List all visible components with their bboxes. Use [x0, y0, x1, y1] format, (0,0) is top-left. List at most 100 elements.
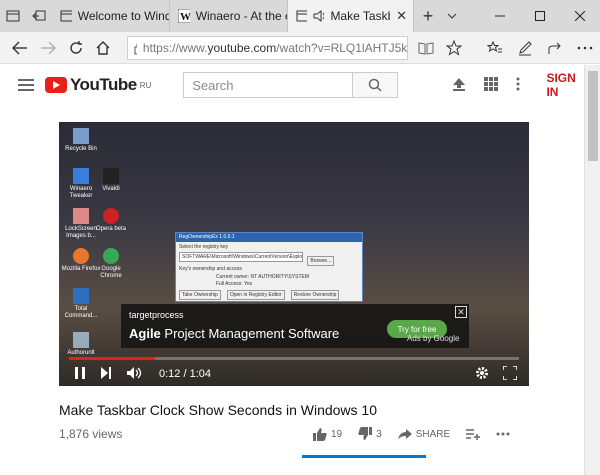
desktop-icon: Google Chrome	[91, 248, 131, 279]
tab-title: Welcome to Window	[77, 9, 169, 23]
window-title: RegOwnershipEx 1.0.0.1	[176, 233, 362, 242]
playlist-add-icon	[466, 429, 481, 440]
like-button[interactable]: 19	[313, 427, 342, 441]
desktop-icon: Recycle Bin	[61, 128, 101, 153]
volume-button[interactable]	[127, 366, 143, 382]
tab-title: Make Taskbar	[330, 9, 390, 23]
tab-list-icon	[6, 10, 20, 22]
ad-attribution: Ads by Google	[407, 334, 460, 343]
tab-title: Winaero - At the edg	[195, 9, 287, 23]
sign-in-button[interactable]: SIGN IN	[546, 71, 584, 99]
tab-make-taskbar[interactable]: Make Taskbar ✕	[288, 0, 414, 32]
reg-ownership-window: RegOwnershipEx 1.0.0.1 Select the regist…	[175, 232, 363, 302]
like-count: 19	[331, 428, 343, 440]
dislike-count: 3	[376, 428, 382, 440]
favorite-button[interactable]	[440, 32, 468, 64]
more-vertical-icon	[516, 77, 520, 90]
search-box	[183, 72, 353, 98]
close-icon	[575, 11, 585, 21]
close-ad-icon[interactable]: ✕	[455, 306, 467, 318]
open-regedit-button: Open in Registry Editor	[226, 290, 285, 300]
book-icon	[418, 41, 434, 55]
more-actions-button[interactable]	[496, 432, 510, 436]
share-page-button[interactable]	[540, 32, 570, 64]
search-icon	[368, 78, 382, 92]
chevron-down-icon	[447, 13, 457, 19]
youtube-play-icon	[44, 77, 67, 93]
logo-region: RU	[139, 81, 152, 90]
pause-button[interactable]	[75, 366, 85, 382]
close-tab-icon[interactable]: ✕	[396, 8, 407, 24]
recycle-bin-icon	[73, 128, 89, 144]
ad-title: Agile Project Management Software	[129, 326, 340, 341]
set-aside-tabs-button[interactable]	[0, 0, 26, 32]
desktop-icon: Total Command...	[61, 288, 101, 319]
web-note-button[interactable]	[510, 32, 540, 64]
take-ownership-button: Take Ownership	[179, 290, 221, 300]
owner-section: Key's ownership and access	[179, 266, 242, 272]
maximize-button[interactable]	[520, 0, 560, 32]
back-button[interactable]	[6, 32, 34, 64]
active-indicator	[302, 455, 426, 458]
tab-actions	[0, 0, 52, 32]
scrollbar-thumb[interactable]	[588, 71, 598, 161]
video-ad-overlay[interactable]: targetprocess Agile Project Management S…	[121, 304, 469, 348]
reading-view-button[interactable]	[412, 32, 440, 64]
desktop-icon: Opera beta	[91, 208, 131, 233]
home-button[interactable]	[90, 32, 118, 64]
video-progress-bar[interactable]	[69, 357, 519, 360]
more-horizontal-icon	[577, 46, 593, 49]
lockscreen-icon	[73, 208, 89, 224]
apps-button[interactable]	[484, 76, 499, 94]
tab-winaero[interactable]: W Winaero - At the edg	[170, 0, 288, 32]
settings-button[interactable]	[516, 77, 520, 94]
web-page: YouTube RU SIGN IN Recycle Bin Winaero T…	[8, 65, 584, 475]
new-tab-button[interactable]: +	[414, 0, 442, 32]
tab-preview-toggle[interactable]	[442, 0, 462, 32]
total-commander-icon	[73, 288, 89, 304]
search-input[interactable]	[192, 77, 352, 93]
tab-welcome[interactable]: Welcome to Window	[52, 0, 170, 32]
player-controls: 0:12 / 1:04	[59, 362, 529, 386]
tabs-aside-button[interactable]	[26, 0, 52, 32]
home-icon	[96, 40, 110, 55]
page-scrollbar[interactable]	[584, 65, 600, 475]
url-text: https://www.youtube.com/watch?v=RLQ1lAHT…	[142, 40, 408, 55]
share-button[interactable]: SHARE	[397, 428, 451, 440]
minimize-button[interactable]	[480, 0, 520, 32]
share-label: SHARE	[415, 428, 451, 440]
fullscreen-button[interactable]	[502, 364, 518, 383]
autorun-icon	[73, 332, 89, 348]
thumbs-down-icon	[358, 427, 373, 440]
dislike-button[interactable]: 3	[358, 427, 382, 441]
reg-key-field: SOFTWARE\Microsoft\Windows\CurrentVersio…	[179, 252, 303, 262]
close-window-button[interactable]	[560, 0, 600, 32]
upload-button[interactable]	[452, 77, 466, 94]
player-controls-right	[475, 364, 529, 383]
more-menu-button[interactable]	[570, 32, 600, 64]
header-icons	[452, 76, 520, 94]
settings-gear-button[interactable]	[475, 366, 489, 383]
winaero-w-icon: W	[178, 9, 190, 23]
speaker-icon[interactable]	[313, 10, 325, 22]
address-bar[interactable]: https://www.youtube.com/watch?v=RLQ1lAHT…	[127, 35, 409, 60]
arrow-right-icon	[40, 41, 56, 54]
youtube-header: YouTube RU SIGN IN	[8, 65, 584, 105]
star-icon	[446, 39, 463, 56]
desktop-icon: Authorunlt	[61, 332, 101, 357]
winaero-tweaker-icon	[73, 168, 89, 184]
fullscreen-icon	[502, 364, 518, 381]
add-to-playlist-button[interactable]	[466, 428, 481, 440]
svg-text:W: W	[180, 11, 190, 23]
next-button[interactable]	[101, 366, 111, 382]
hamburger-icon	[18, 79, 35, 91]
window-icon	[60, 10, 72, 22]
search-button[interactable]	[352, 72, 399, 98]
guide-menu-button[interactable]	[8, 79, 45, 91]
favorites-hub-button[interactable]	[480, 32, 510, 64]
youtube-logo[interactable]: YouTube RU	[44, 75, 152, 95]
video-player[interactable]: Recycle Bin Winaero Tweaker Vivaldi Lock…	[59, 122, 529, 386]
forward-button[interactable]	[34, 32, 62, 64]
refresh-button[interactable]	[62, 32, 90, 64]
tab-preview-icon	[296, 10, 308, 22]
